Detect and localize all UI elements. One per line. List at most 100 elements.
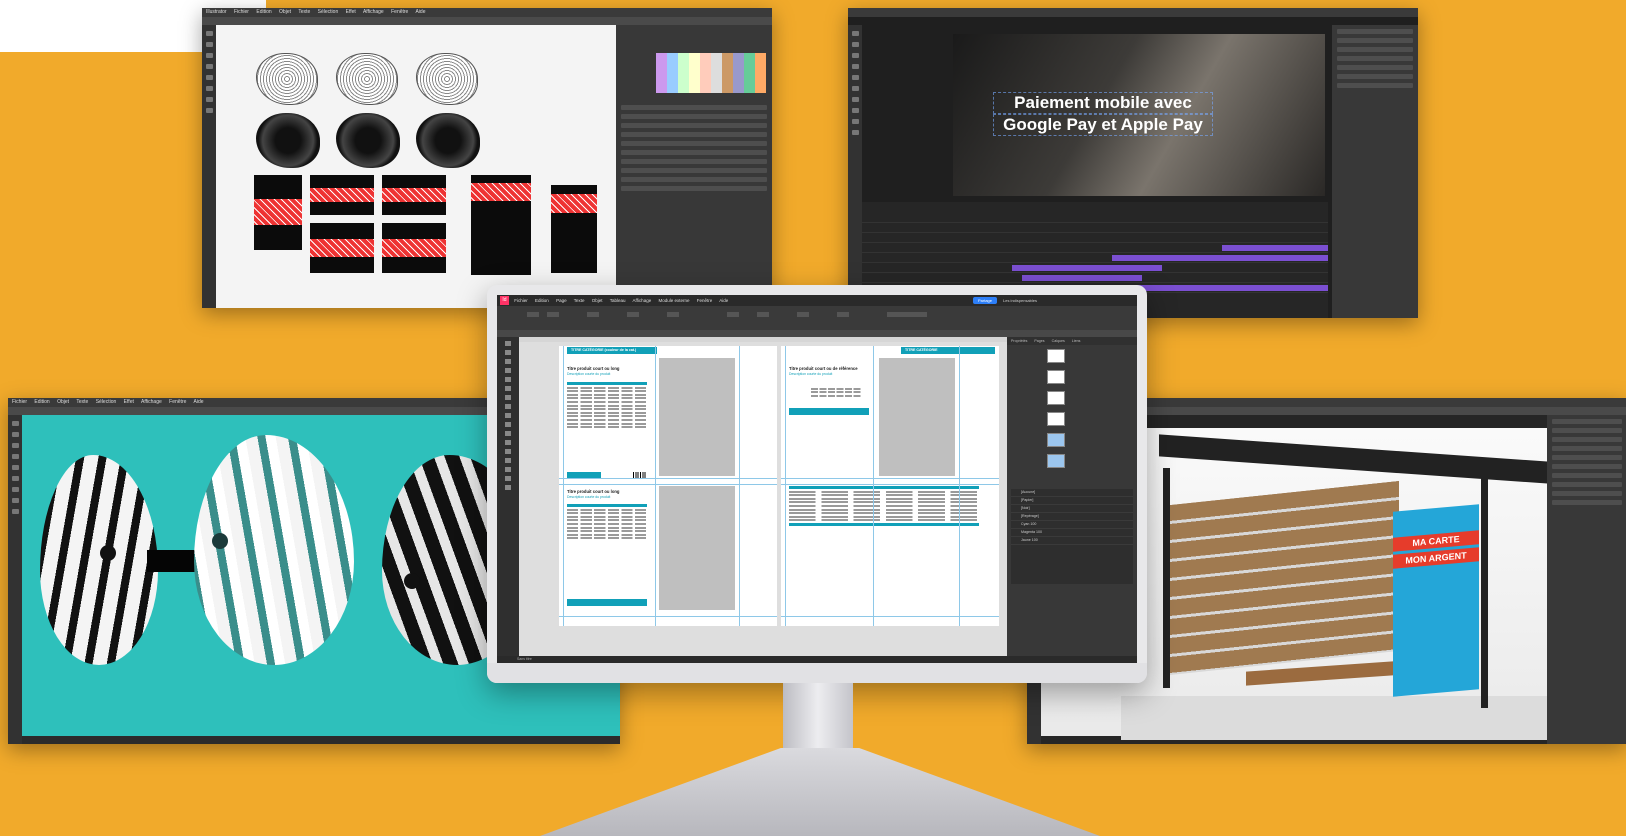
- menu-item[interactable]: Fichier: [514, 298, 528, 303]
- animation-stage[interactable]: Paiement mobile avec Google Pay et Apple…: [953, 34, 1325, 196]
- menu-item[interactable]: Affichage: [363, 9, 384, 15]
- swatch-grid[interactable]: [656, 53, 766, 93]
- menu-item[interactable]: Aide: [719, 298, 728, 303]
- menu-item[interactable]: Affichage: [141, 399, 162, 405]
- category-header: TITRE CATÉGORIE: [901, 347, 995, 354]
- panel-tab[interactable]: Liens: [1072, 339, 1081, 343]
- monitor-stand-base: [540, 748, 1100, 836]
- swatch-item[interactable]: [Aucune]: [1011, 489, 1133, 497]
- menu-item[interactable]: Objet: [592, 298, 603, 303]
- page-thumbnail[interactable]: [1047, 349, 1065, 363]
- toolbar[interactable]: [202, 25, 216, 308]
- timeline-layer-bar[interactable]: [1112, 255, 1328, 261]
- menu-item[interactable]: Aide: [415, 9, 425, 15]
- caption-line: Google Pay et Apple Pay: [993, 114, 1213, 136]
- document-tabs[interactable]: [202, 17, 772, 25]
- toolbar[interactable]: [497, 337, 519, 656]
- status-text: Sans titre: [517, 657, 532, 661]
- menu-item[interactable]: Fenêtre: [169, 399, 186, 405]
- price-table: [811, 386, 861, 397]
- image-placeholder: [659, 486, 735, 610]
- page-thumbnail[interactable]: [1047, 391, 1065, 405]
- menu-item[interactable]: Affichage: [633, 298, 652, 303]
- menu-item[interactable]: Objet: [279, 9, 291, 15]
- page-thumbnail[interactable]: [1047, 433, 1065, 447]
- menu-item[interactable]: Aide: [194, 399, 204, 405]
- menu-item[interactable]: Fenêtre: [697, 298, 713, 303]
- document-tab[interactable]: [497, 330, 1137, 337]
- product-title: Titre produit court ou long: [567, 489, 620, 494]
- menu-item[interactable]: Illustrator: [206, 9, 227, 15]
- artboard[interactable]: [216, 25, 616, 308]
- product-table: [567, 382, 647, 429]
- menu-item[interactable]: Edition: [34, 399, 49, 405]
- timeline-layer-bar[interactable]: [1012, 265, 1162, 271]
- indesign-window: Id Fichier Edition Page Texte Objet Tabl…: [497, 295, 1137, 663]
- illustrator-window: Illustrator Fichier Edition Objet Texte …: [202, 8, 772, 308]
- pattern-tile: [471, 175, 531, 275]
- control-panel[interactable]: [497, 306, 1137, 330]
- panel-tab[interactable]: Calques: [1052, 339, 1065, 343]
- menu-item[interactable]: Edition: [256, 9, 271, 15]
- pages-panel[interactable]: Propriétés Pages Calques Liens [Aucune] …: [1007, 337, 1137, 656]
- menu-item[interactable]: Effet: [346, 9, 356, 15]
- product-title: Titre produit court ou long: [567, 366, 620, 371]
- layers-panel[interactable]: [1547, 415, 1626, 744]
- pasteboard[interactable]: TITRE CATÉGORIE (couleur de la cat.) Tit…: [519, 342, 1007, 656]
- menu-item[interactable]: Fichier: [234, 9, 249, 15]
- pattern-blob: [256, 53, 318, 105]
- swatches-panel[interactable]: [616, 25, 772, 308]
- swatch-item[interactable]: [Repérage]: [1011, 513, 1133, 521]
- properties-panel[interactable]: [1332, 25, 1418, 318]
- panel-tab[interactable]: Propriétés: [1011, 339, 1027, 343]
- menu-item[interactable]: Effet: [124, 399, 134, 405]
- swatches-list[interactable]: [Aucune] [Papier] [Noir] [Repérage] Cyan…: [1011, 489, 1133, 584]
- robot-head-illustration: [194, 435, 354, 665]
- robot-head-illustration: [40, 455, 158, 665]
- product-subtitle: Description courte du produit: [567, 495, 611, 499]
- swatch-item[interactable]: Magenta 100: [1011, 529, 1133, 537]
- timeline-layer-bar[interactable]: [1222, 245, 1328, 251]
- caption-line: Paiement mobile avec: [993, 92, 1213, 114]
- page-thumbnail[interactable]: [1047, 370, 1065, 384]
- swatch-item[interactable]: Cyan 100: [1011, 521, 1133, 529]
- menu-item[interactable]: Module externe: [658, 298, 689, 303]
- swatch-item[interactable]: Jaune 100: [1011, 537, 1133, 545]
- pattern-blob: [416, 53, 478, 105]
- menu-item[interactable]: Fichier: [12, 399, 27, 405]
- page-thumbnail[interactable]: [1047, 454, 1065, 468]
- share-button[interactable]: Partage: [973, 297, 998, 304]
- panel-tab[interactable]: Pages: [1034, 339, 1044, 343]
- menu-item[interactable]: Objet: [57, 399, 69, 405]
- floor-shadow: [1121, 696, 1561, 740]
- footer-bar: [567, 599, 647, 606]
- menu-item[interactable]: Sélection: [96, 399, 117, 405]
- menu-item[interactable]: Tableau: [610, 298, 626, 303]
- panel-tabs: Propriétés Pages Calques Liens: [1007, 337, 1137, 345]
- right-page[interactable]: TITRE CATÉGORIE Titre produit court ou d…: [781, 346, 999, 626]
- timeline-layer-bar[interactable]: [1022, 275, 1142, 281]
- swatch-item[interactable]: [Noir]: [1011, 505, 1133, 513]
- illustrator-menubar: Illustrator Fichier Edition Objet Texte …: [202, 8, 772, 17]
- menu-item[interactable]: Texte: [574, 298, 585, 303]
- menu-item[interactable]: Edition: [535, 298, 549, 303]
- shelter-pole: [1163, 468, 1170, 688]
- page-thumbnail[interactable]: [1047, 412, 1065, 426]
- shelter-pole: [1481, 478, 1488, 708]
- toolbar[interactable]: [848, 25, 862, 318]
- toolbar[interactable]: [8, 415, 22, 744]
- monitor-chin: [487, 663, 1147, 683]
- workspace-switcher[interactable]: Les indispensables: [1003, 295, 1037, 306]
- pattern-blob: [416, 113, 480, 168]
- category-header: TITRE CATÉGORIE (couleur de la cat.): [567, 347, 657, 354]
- menu-item[interactable]: Texte: [298, 9, 310, 15]
- menu-item[interactable]: Sélection: [318, 9, 339, 15]
- swatch-item[interactable]: [Papier]: [1011, 497, 1133, 505]
- menu-item[interactable]: Fenêtre: [391, 9, 408, 15]
- monitor: Id Fichier Edition Page Texte Objet Tabl…: [487, 285, 1147, 683]
- left-page[interactable]: TITRE CATÉGORIE (couleur de la cat.) Tit…: [559, 346, 777, 626]
- pattern-tile: [382, 223, 446, 273]
- menu-item[interactable]: Page: [556, 298, 567, 303]
- menu-item[interactable]: Texte: [76, 399, 88, 405]
- image-placeholder: [659, 358, 735, 476]
